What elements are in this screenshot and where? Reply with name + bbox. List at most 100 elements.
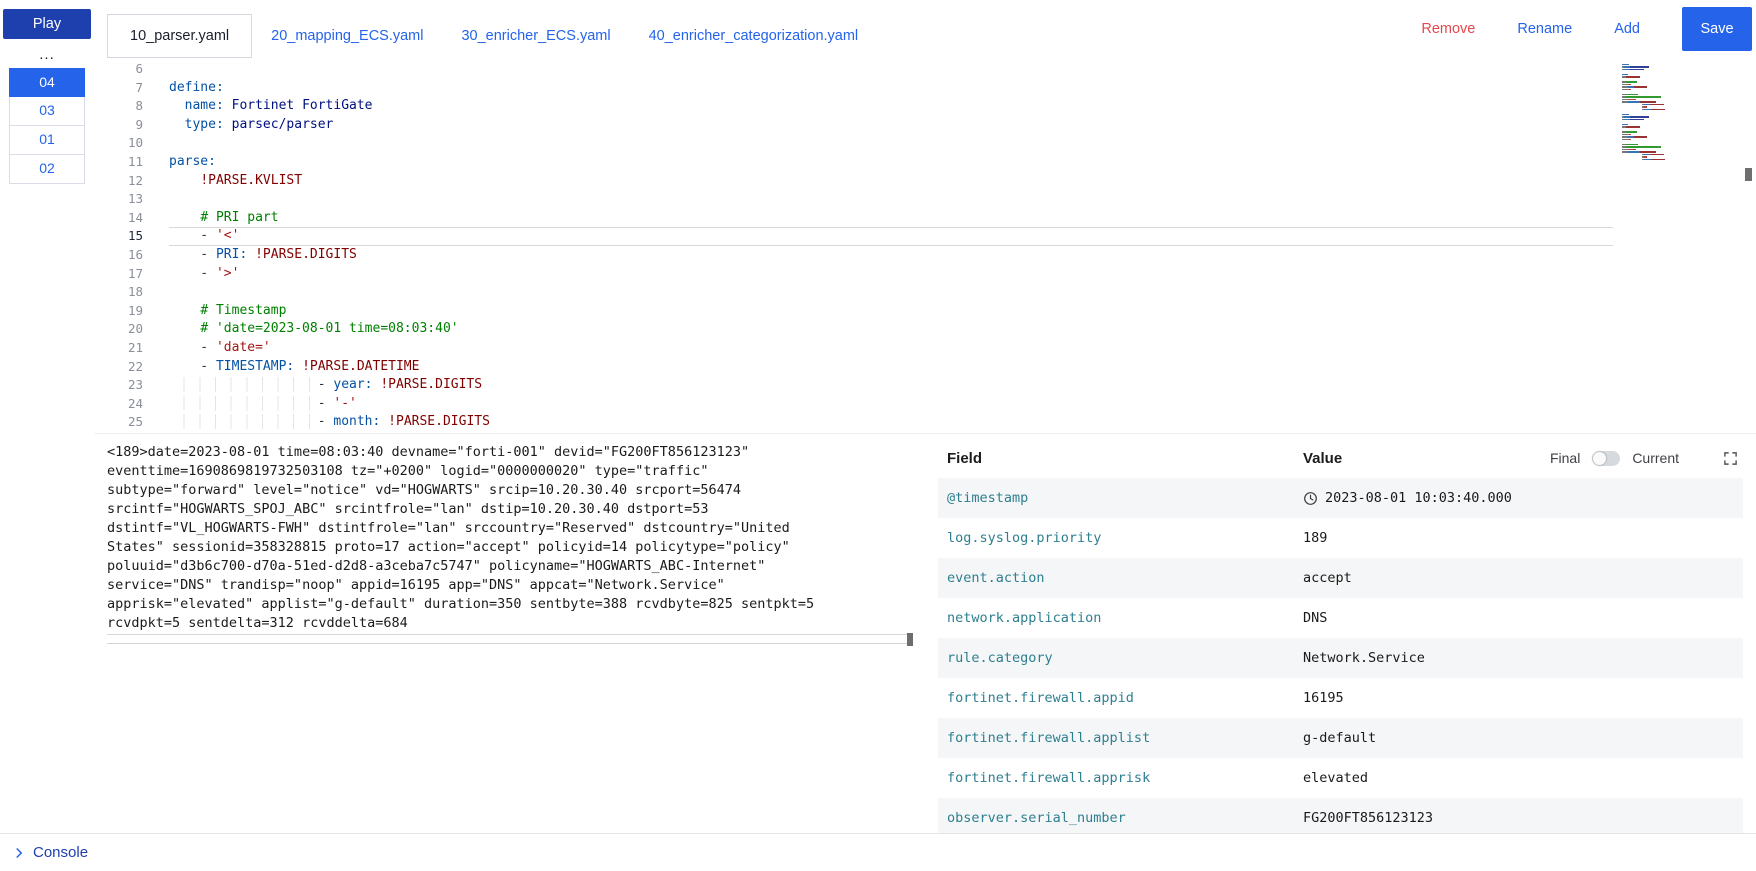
field-row-event-action: event.action accept [938, 558, 1743, 598]
event-input[interactable]: <189>date=2023-08-01 time=08:03:40 devna… [107, 443, 825, 633]
code-line-23[interactable]: 23 - year: !PARSE.DIGITS [94, 376, 1756, 395]
line-number: 14 [127, 209, 143, 225]
editor-cursor-line [107, 633, 913, 646]
expand-icon[interactable] [1723, 450, 1739, 466]
tab-10-parser-yaml[interactable]: 10_parser.yaml [107, 14, 253, 58]
field-name[interactable]: log.syslog.priority [938, 530, 1303, 546]
line-number: 9 [135, 116, 143, 132]
rename-button[interactable]: Rename [1517, 21, 1572, 37]
line-number: 10 [127, 135, 143, 151]
sidebar-item-03[interactable]: 03 [9, 97, 85, 126]
code-line-22[interactable]: 22 - TIMESTAMP: !PARSE.DATETIME [94, 358, 1756, 377]
code-line-9[interactable]: 9 type: parsec/parser [94, 116, 1756, 135]
code-text: define: [169, 79, 224, 95]
final-current-toggle[interactable] [1592, 450, 1621, 466]
bottom-panels: <189>date=2023-08-01 time=08:03:40 devna… [94, 433, 1756, 833]
code-text: - month: !PARSE.DIGITS [169, 413, 1613, 432]
code-line-18[interactable]: 18 [94, 283, 1756, 302]
code-lines: 6 7 define: 8 name: Fortinet FortiGate 9 typ… [94, 60, 1756, 432]
field-row-fortinet-firewall-apprisk: fortinet.firewall.apprisk elevated [938, 758, 1743, 798]
field-name[interactable]: fortinet.firewall.apprisk [938, 770, 1303, 786]
code-line-13[interactable]: 13 [94, 190, 1756, 209]
code-line-25[interactable]: 25 - month: !PARSE.DIGITS [94, 413, 1756, 432]
field-value: DNS [1303, 610, 1328, 626]
field-row-fortinet-firewall-applist: fortinet.firewall.applist g-default [938, 718, 1743, 758]
code-text: - PRI: !PARSE.DIGITS [169, 246, 357, 262]
line-number: 11 [127, 153, 143, 169]
tab-20-mapping-ecs-yaml[interactable]: 20_mapping_ECS.yaml [252, 14, 442, 58]
tabs: 10_parser.yaml 20_mapping_ECS.yaml 30_enri… [107, 0, 877, 58]
field-row-fortinet-firewall-appid: fortinet.firewall.appid 16195 [938, 678, 1743, 718]
sidebar: Play ... 04 03 01 02 [0, 0, 94, 833]
console-label: Console [33, 844, 89, 861]
tab-actions: Remove Rename Add Save [1421, 0, 1756, 58]
code-line-16[interactable]: 16 - PRI: !PARSE.DIGITS [94, 246, 1756, 265]
field-row-network-application: network.application DNS [938, 598, 1743, 638]
code-line-6[interactable]: 6 [94, 60, 1756, 79]
tabbar: 10_parser.yaml 20_mapping_ECS.yaml 30_enri… [94, 0, 1756, 58]
code-text: - '-' [169, 395, 1613, 414]
field-name[interactable]: fortinet.firewall.applist [938, 730, 1303, 746]
save-button[interactable]: Save [1682, 7, 1752, 51]
code-line-24[interactable]: 24 - '-' [94, 395, 1756, 414]
sidebar-item-04[interactable]: 04 [9, 68, 85, 97]
field-row-timestamp: @timestamp 2023-08-01 10:03:40.000 [938, 478, 1743, 518]
sidebar-item-02[interactable]: 02 [9, 155, 85, 184]
line-number: 8 [135, 98, 143, 114]
code-line-12[interactable]: 12 !PARSE.KVLIST [94, 172, 1756, 191]
fields-header: Field Value Final Current [938, 438, 1743, 478]
code-line-21[interactable]: 21 - 'date=' [94, 339, 1756, 358]
top-area: Play ... 04 03 01 02 10_parser.yaml 20_mappi… [0, 0, 1756, 833]
console-toggle[interactable]: Console [0, 833, 1756, 871]
line-number: 17 [127, 265, 143, 281]
line-number: 22 [127, 358, 143, 374]
field-value: 189 [1303, 530, 1328, 546]
field-row-log-syslog-priority: log.syslog.priority 189 [938, 518, 1743, 558]
current-label: Current [1632, 450, 1679, 466]
line-number: 12 [127, 172, 143, 188]
field-name[interactable]: fortinet.firewall.appid [938, 690, 1303, 706]
fields-pane: Field Value Final Current @timestamp 202… [938, 434, 1756, 833]
sidebar-item-01[interactable]: 01 [9, 126, 85, 155]
field-name[interactable]: event.action [938, 570, 1303, 586]
code-line-11[interactable]: 11 parse: [94, 153, 1756, 172]
line-number: 20 [127, 321, 143, 337]
tab-40-enricher-categorization-yaml[interactable]: 40_enricher_categorization.yaml [630, 14, 878, 58]
code-editor[interactable]: 6 7 define: 8 name: Fortinet FortiGate 9 typ… [94, 58, 1756, 433]
code-line-10[interactable]: 10 [94, 134, 1756, 153]
line-number: 23 [127, 377, 143, 393]
code-line-14[interactable]: 14 # PRI part [94, 209, 1756, 228]
code-line-7[interactable]: 7 define: [94, 79, 1756, 98]
more-menu-button[interactable]: ... [0, 39, 94, 68]
code-line-15[interactable]: 15 - '<' [94, 227, 1756, 246]
tab-30-enricher-ecs-yaml[interactable]: 30_enricher_ECS.yaml [442, 14, 629, 58]
field-value: g-default [1303, 730, 1377, 746]
field-name[interactable]: rule.category [938, 650, 1303, 666]
code-line-20[interactable]: 20 # 'date=2023-08-01 time=08:03:40' [94, 320, 1756, 339]
field-value: FG200FT856123123 [1303, 810, 1434, 826]
field-column-header: Field [947, 449, 983, 467]
field-name[interactable]: @timestamp [938, 490, 1303, 506]
code-text: - year: !PARSE.DIGITS [169, 376, 1613, 395]
field-name[interactable]: observer.serial_number [938, 810, 1303, 826]
remove-button[interactable]: Remove [1421, 21, 1475, 37]
play-button[interactable]: Play [3, 9, 91, 39]
field-name[interactable]: network.application [938, 610, 1303, 626]
code-line-19[interactable]: 19 # Timestamp [94, 302, 1756, 321]
code-line-8[interactable]: 8 name: Fortinet FortiGate [94, 97, 1756, 116]
add-button[interactable]: Add [1614, 21, 1640, 37]
main: 10_parser.yaml 20_mapping_ECS.yaml 30_enri… [94, 0, 1756, 833]
value-column-header: Value [1303, 449, 1343, 467]
line-number: 21 [127, 339, 143, 355]
field-value: accept [1303, 570, 1352, 586]
code-text: name: Fortinet FortiGate [184, 98, 373, 114]
minimap[interactable] [1622, 61, 1734, 161]
sidebar-nav: 04 03 01 02 [9, 68, 85, 184]
code-line-17[interactable]: 17 - '>' [94, 265, 1756, 284]
code-text: # PRI part [200, 209, 279, 225]
line-number: 19 [127, 302, 143, 318]
